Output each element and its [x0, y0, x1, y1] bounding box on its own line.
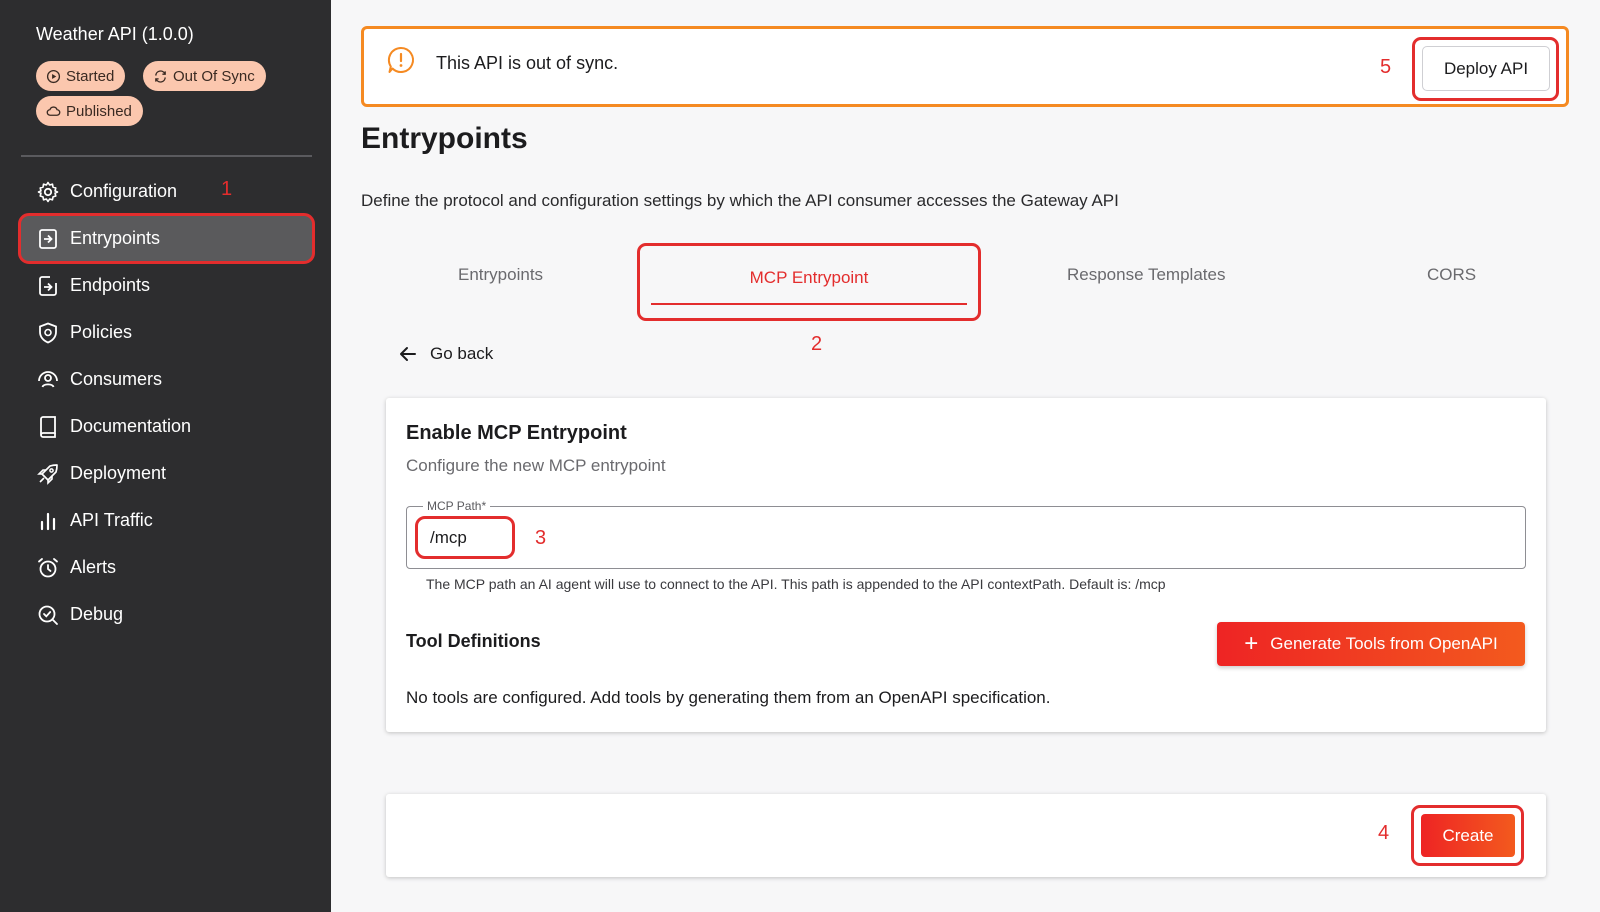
tab-active-indicator	[651, 303, 967, 305]
sidebar-item-label: Documentation	[70, 416, 192, 436]
sidebar-item-label: Deployment	[70, 463, 167, 483]
go-back-link[interactable]: Go back	[398, 344, 493, 364]
badge-label: Out Of Sync	[173, 67, 255, 85]
tab-entrypoints[interactable]: Entrypoints	[458, 265, 543, 285]
sidebar-item-api-traffic[interactable]: API Traffic	[20, 497, 313, 544]
badge-label: Published	[66, 102, 132, 120]
sidebar-item-debug[interactable]: Debug	[20, 591, 313, 638]
tab-label: MCP Entrypoint	[749, 268, 869, 287]
sidebar-item-alerts[interactable]: Alerts	[20, 544, 313, 591]
annotation-marker-5: 5	[1380, 56, 1392, 78]
mcp-path-input[interactable]	[415, 516, 515, 559]
gear-icon	[37, 181, 59, 202]
page-description: Define the protocol and configuration se…	[361, 191, 1119, 210]
sidebar-item-documentation[interactable]: Documentation	[20, 403, 313, 450]
sidebar-item-endpoints[interactable]: Endpoints	[20, 262, 313, 309]
alarm-icon	[38, 557, 58, 577]
consumers-icon	[38, 370, 58, 387]
entrypoint-icon	[39, 228, 57, 249]
warning-icon	[387, 46, 414, 73]
sidebar-item-label: Debug	[70, 604, 124, 624]
sidebar-item-label: Entrypoints	[70, 228, 161, 248]
sidebar-item-policies[interactable]: Policies	[20, 309, 313, 356]
annotation-marker-2: 2	[811, 333, 823, 355]
footer-actions: 4 Create	[386, 794, 1546, 877]
plus-icon: +	[1244, 630, 1259, 657]
shield-icon	[39, 322, 57, 343]
sidebar-divider	[21, 155, 312, 157]
sidebar-item-label: Configuration	[70, 181, 178, 201]
debug-icon	[38, 605, 58, 625]
no-tools-message: No tools are configured. Add tools by ge…	[406, 688, 1051, 707]
sidebar-item-deployment[interactable]: Deployment	[20, 450, 313, 497]
status-badge-started: Started	[36, 61, 126, 91]
status-badge-out-of-sync: Out Of Sync	[143, 61, 266, 91]
status-badge-published: Published	[36, 96, 143, 126]
rocket-icon	[37, 463, 58, 485]
out-of-sync-banner: This API is out of sync. 5 Deploy API	[361, 26, 1569, 107]
sidebar-item-label: API Traffic	[70, 510, 153, 530]
mcp-path-label: MCP Path*	[423, 499, 491, 513]
page-title: Entrypoints	[361, 122, 528, 155]
mcp-path-field: MCP Path* 3	[406, 499, 1526, 569]
tab-mcp-entrypoint[interactable]: MCP Entrypoint	[637, 243, 981, 321]
sidebar-item-entrypoints[interactable]: Entrypoints	[18, 213, 315, 264]
create-button[interactable]: Create	[1421, 814, 1515, 857]
bar-chart-icon	[40, 512, 56, 530]
tool-definitions-title: Tool Definitions	[406, 631, 541, 651]
banner-message: This API is out of sync.	[436, 53, 619, 73]
badge-label: Started	[66, 67, 115, 85]
play-circle-icon	[46, 69, 61, 83]
create-highlight: Create	[1411, 805, 1524, 866]
annotation-marker-3: 3	[535, 527, 547, 549]
sidebar-item-label: Endpoints	[70, 275, 151, 295]
endpoint-icon	[39, 275, 57, 296]
api-title: Weather API (1.0.0)	[36, 24, 194, 44]
cloud-sync-icon	[46, 105, 61, 116]
card-title: Enable MCP Entrypoint	[406, 422, 627, 444]
generate-tools-button[interactable]: + Generate Tools from OpenAPI	[1217, 622, 1525, 666]
mcp-path-help-text: The MCP path an AI agent will use to con…	[426, 576, 1166, 592]
sidebar-item-label: Policies	[70, 322, 133, 342]
sync-icon	[155, 69, 166, 83]
deploy-highlight: Deploy API	[1412, 37, 1559, 101]
annotation-marker-1: 1	[221, 178, 233, 200]
book-icon	[40, 415, 56, 438]
annotation-marker-4: 4	[1378, 822, 1390, 844]
sidebar: Weather API (1.0.0) Started Out Of Sync …	[0, 0, 331, 912]
tab-response-templates[interactable]: Response Templates	[1067, 265, 1225, 285]
deploy-api-button[interactable]: Deploy API	[1422, 46, 1550, 91]
mcp-entrypoint-card: Enable MCP Entrypoint Configure the new …	[386, 398, 1546, 732]
sidebar-item-label: Consumers	[70, 369, 163, 389]
sidebar-item-configuration[interactable]: Configuration	[20, 168, 313, 215]
tab-cors[interactable]: CORS	[1427, 265, 1476, 285]
generate-tools-label: Generate Tools from OpenAPI	[1270, 634, 1498, 653]
arrow-left-icon	[400, 347, 416, 361]
sidebar-item-label: Alerts	[70, 557, 117, 577]
go-back-label: Go back	[430, 344, 494, 363]
card-subtitle: Configure the new MCP entrypoint	[406, 456, 666, 475]
sidebar-item-consumers[interactable]: Consumers	[20, 356, 313, 403]
